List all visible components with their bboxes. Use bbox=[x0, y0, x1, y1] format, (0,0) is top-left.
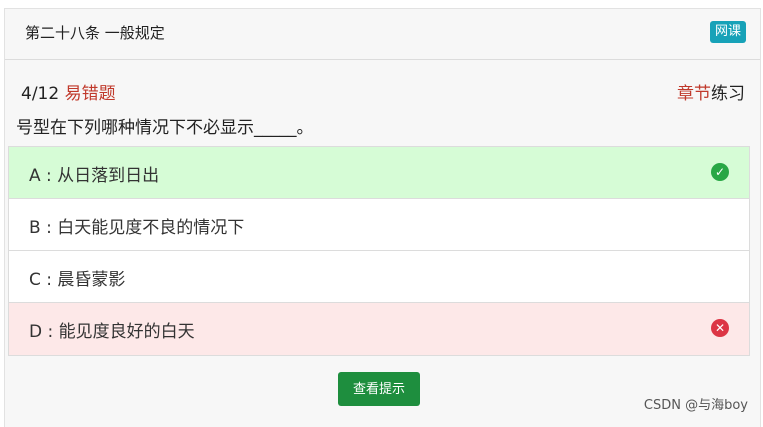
category-chapter: 章节 bbox=[677, 84, 711, 104]
course-badge[interactable]: 网课 bbox=[709, 21, 746, 43]
show-hint-button[interactable]: 查看提示 bbox=[338, 372, 420, 406]
meta-row: 4/12 易错题 章节练习 bbox=[5, 79, 760, 104]
footer-credit: CSDN @与海boy bbox=[643, 398, 748, 413]
category-practice: 练习 bbox=[711, 84, 745, 104]
answer-options: A : 从日落到日出 ✓ B : 白天能见度不良的情况下 C : 晨昏蒙影 D … bbox=[8, 146, 750, 356]
option-label: D : 能见度良好的白天 bbox=[29, 322, 195, 342]
option-label: A : 从日落到日出 bbox=[29, 166, 160, 186]
question-tag: 易错题 bbox=[64, 84, 116, 104]
option-d[interactable]: D : 能见度良好的白天 ✕ bbox=[9, 303, 749, 355]
option-b[interactable]: B : 白天能见度不良的情况下 bbox=[9, 199, 749, 251]
practice-category: 章节练习 bbox=[677, 79, 745, 104]
check-circle-icon: ✓ bbox=[711, 163, 729, 181]
question-text: 号型在下列哪种情况下不必显示_____。 bbox=[16, 118, 314, 138]
x-circle-icon: ✕ bbox=[711, 319, 729, 337]
option-a[interactable]: A : 从日落到日出 ✓ bbox=[9, 147, 749, 199]
option-label: C : 晨昏蒙影 bbox=[29, 270, 126, 290]
option-c[interactable]: C : 晨昏蒙影 bbox=[9, 251, 749, 303]
card-header: 第二十八条 一般规定 网课 bbox=[5, 9, 760, 60]
progress-count: 4/12 bbox=[21, 84, 60, 104]
option-label: B : 白天能见度不良的情况下 bbox=[29, 218, 245, 238]
chapter-title: 第二十八条 一般规定 bbox=[25, 24, 165, 42]
question-progress: 4/12 易错题 bbox=[21, 79, 116, 104]
